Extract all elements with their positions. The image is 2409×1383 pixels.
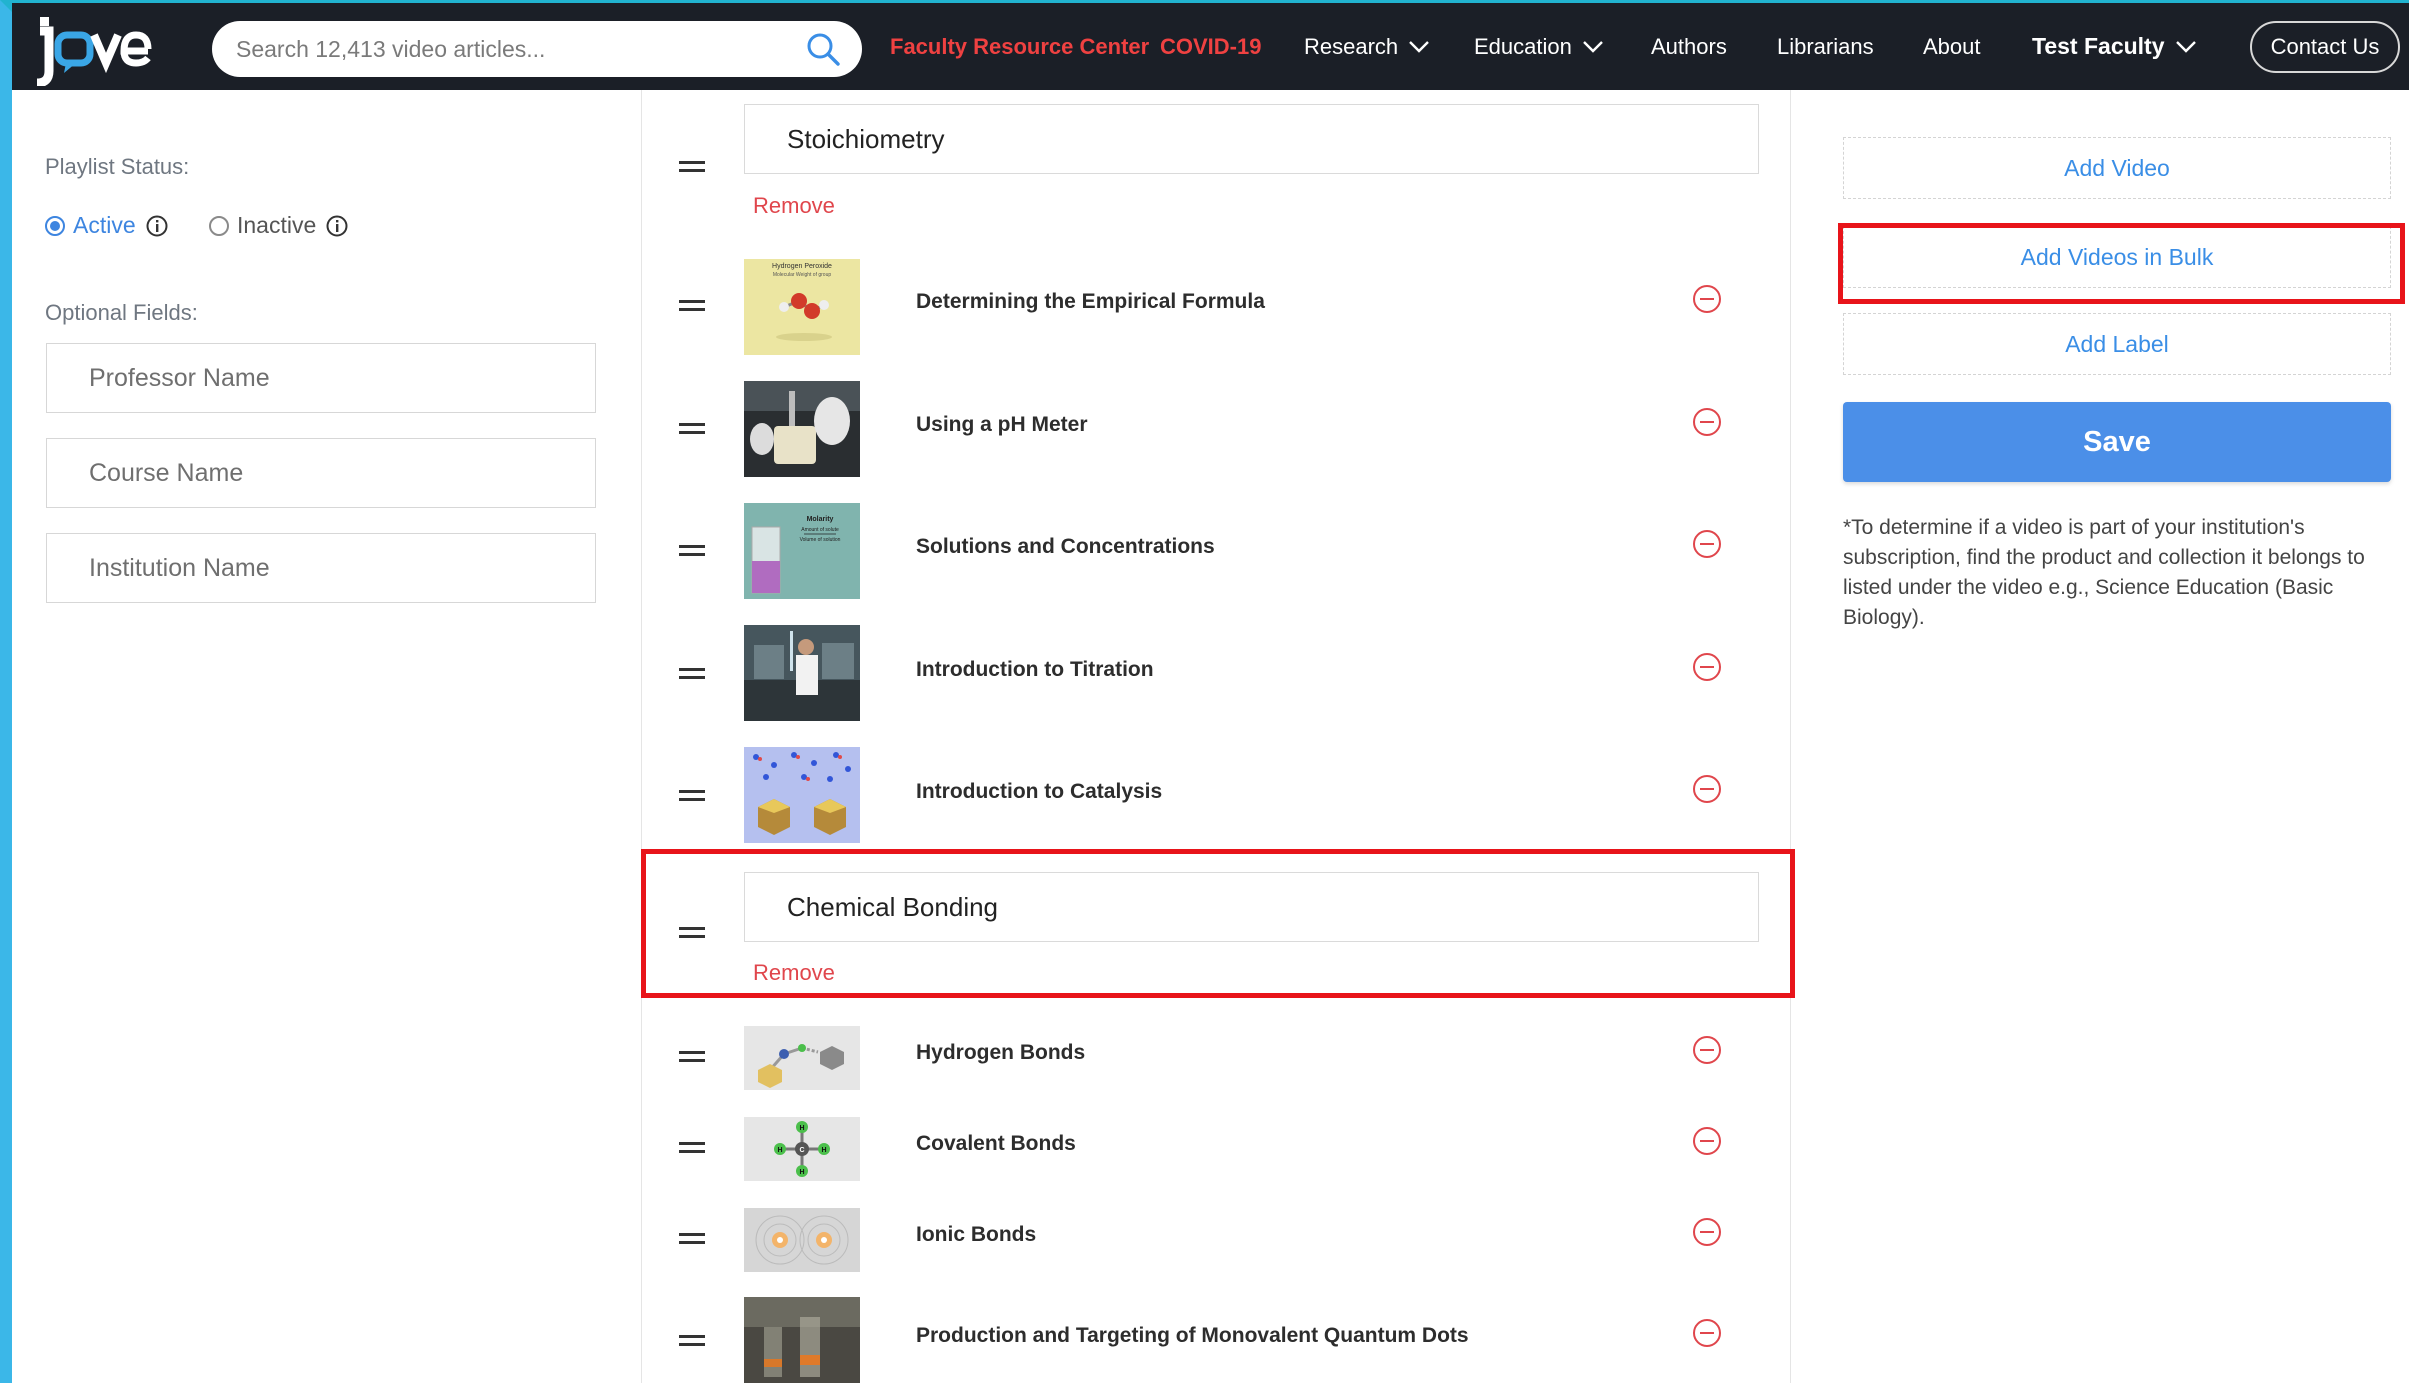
video-title[interactable]: Using a pH Meter	[916, 413, 1088, 437]
institution-name-field[interactable]: Institution Name	[46, 533, 596, 603]
minus-circle-icon[interactable]	[1691, 528, 1723, 560]
drag-handle-icon[interactable]	[679, 1142, 705, 1154]
highlight-add-videos-in-bulk	[1838, 223, 2405, 304]
radio-selected-icon	[45, 215, 65, 236]
section-title-input[interactable]: Stoichiometry	[744, 104, 1759, 174]
subscription-note: *To determine if a video is part of your…	[1843, 516, 2365, 629]
peroxide-thumbnail-art: Hydrogen Peroxide Molecular Weight of gr…	[744, 259, 860, 355]
covalent-atom-label: H	[777, 1147, 782, 1154]
radio-unselected-icon	[209, 215, 229, 236]
status-inactive-radio[interactable]: Inactive	[209, 212, 348, 239]
covalent-atom-label: H	[799, 1125, 804, 1132]
minus-circle-icon[interactable]	[1691, 283, 1723, 315]
peroxide-thumb-title: Hydrogen Peroxide	[772, 263, 832, 270]
covalent-atom-label: H	[799, 1169, 804, 1176]
covalent-atom-label: C	[799, 1147, 804, 1154]
search-input[interactable]	[236, 35, 796, 63]
save-button[interactable]: Save	[1843, 402, 2391, 482]
molarity-thumbnail-art: Molarity Amount of solute Volume of solu…	[744, 503, 860, 599]
video-title[interactable]: Introduction to Catalysis	[916, 780, 1162, 804]
status-inactive-label: Inactive	[237, 212, 317, 238]
drag-handle-icon[interactable]	[679, 423, 705, 435]
nav-covid-19[interactable]: COVID-19	[1160, 3, 1261, 90]
catalysis-thumbnail-art	[744, 747, 860, 843]
chevron-down-icon	[2175, 40, 2196, 53]
nav-education[interactable]: Education	[1474, 3, 1604, 90]
status-active-label: Active	[73, 212, 136, 238]
drag-handle-icon[interactable]	[679, 1051, 705, 1063]
minus-circle-icon[interactable]	[1691, 651, 1723, 683]
info-icon[interactable]	[146, 215, 168, 237]
video-title[interactable]: Solutions and Concentrations	[916, 535, 1215, 559]
drag-handle-icon[interactable]	[679, 1233, 705, 1245]
jove-logo[interactable]	[34, 11, 174, 86]
nav-authors[interactable]: Authors	[1651, 3, 1727, 90]
chevron-down-icon	[1583, 40, 1603, 53]
ionic-bond-thumbnail-art	[744, 1208, 860, 1272]
minus-circle-icon[interactable]	[1691, 1317, 1723, 1349]
video-title[interactable]: Production and Targeting of Monovalent Q…	[916, 1324, 1469, 1348]
nav-research-label: Research	[1304, 33, 1399, 59]
hydrogen-bond-thumbnail-art	[744, 1026, 860, 1090]
nav-faculty-resource-center[interactable]: Faculty Resource Center	[890, 3, 1149, 90]
minus-circle-icon[interactable]	[1691, 773, 1723, 805]
covalent-atom-label: H	[821, 1147, 826, 1154]
minus-circle-icon[interactable]	[1691, 1034, 1723, 1066]
add-video-button[interactable]: Add Video	[1843, 137, 2391, 199]
nav-user-label: Test Faculty	[2032, 33, 2165, 59]
quantum-dots-thumbnail-art	[744, 1297, 860, 1383]
video-title[interactable]: Introduction to Titration	[916, 658, 1154, 682]
professor-name-field[interactable]: Professor Name	[46, 343, 596, 413]
minus-circle-icon[interactable]	[1691, 1125, 1723, 1157]
search-bar[interactable]	[212, 21, 862, 77]
video-thumbnail[interactable]	[744, 1026, 860, 1090]
minus-circle-icon[interactable]	[1691, 406, 1723, 438]
minus-circle-icon[interactable]	[1691, 1216, 1723, 1248]
nav-education-label: Education	[1474, 33, 1572, 59]
drag-handle-icon[interactable]	[679, 161, 705, 173]
video-title[interactable]: Determining the Empirical Formula	[916, 290, 1265, 314]
video-title[interactable]: Hydrogen Bonds	[916, 1041, 1085, 1065]
drag-handle-icon[interactable]	[679, 300, 705, 312]
video-title[interactable]: Ionic Bonds	[916, 1223, 1036, 1247]
molarity-thumb-title: Molarity	[807, 516, 834, 523]
peroxide-thumb-subtitle: Molecular Weight of group	[773, 272, 831, 278]
video-thumbnail[interactable]: Molarity Amount of solute Volume of solu…	[744, 503, 860, 599]
video-thumbnail[interactable]	[744, 1208, 860, 1272]
drag-handle-icon[interactable]	[679, 1335, 705, 1347]
optional-fields-label: Optional Fields:	[45, 300, 198, 325]
remove-section-link[interactable]: Remove	[753, 193, 835, 219]
highlight-chemical-bonding-section	[641, 849, 1795, 998]
covalent-bond-thumbnail-art: H H C H H	[744, 1117, 860, 1181]
nav-about[interactable]: About	[1923, 3, 1981, 90]
chevron-down-icon	[1409, 40, 1430, 53]
playlist-status-label: Playlist Status:	[45, 154, 190, 179]
video-thumbnail[interactable]	[744, 1297, 860, 1383]
video-thumbnail[interactable]: H H C H H	[744, 1117, 860, 1181]
top-navbar: Faculty Resource Center COVID-19 Researc…	[12, 3, 2409, 90]
drag-handle-icon[interactable]	[679, 790, 705, 802]
molarity-thumb-line2: Volume of solution	[800, 537, 841, 543]
video-thumbnail[interactable]: Hydrogen Peroxide Molecular Weight of gr…	[744, 259, 860, 355]
video-thumbnail[interactable]	[744, 625, 860, 721]
drag-handle-icon[interactable]	[679, 545, 705, 557]
playlist-settings-panel: Playlist Status: Active Inactive Optiona…	[12, 90, 642, 1383]
titration-thumbnail-art	[744, 625, 860, 721]
video-thumbnail[interactable]	[744, 381, 860, 477]
contact-us-button[interactable]: Contact Us	[2250, 21, 2400, 73]
playlist-editor: Stoichiometry Remove Hydrogen Peroxide M…	[643, 90, 1791, 1383]
info-icon[interactable]	[326, 215, 348, 237]
nav-research[interactable]: Research	[1304, 3, 1430, 90]
ph-meter-thumbnail-art	[744, 381, 860, 477]
nav-librarians[interactable]: Librarians	[1777, 3, 1874, 90]
search-icon[interactable]	[806, 32, 840, 66]
video-title[interactable]: Covalent Bonds	[916, 1132, 1076, 1156]
video-thumbnail[interactable]	[744, 747, 860, 843]
drag-handle-icon[interactable]	[679, 668, 705, 680]
molarity-thumb-line1: Amount of solute	[801, 527, 839, 533]
status-active-radio[interactable]: Active	[45, 212, 168, 239]
course-name-field[interactable]: Course Name	[46, 438, 596, 508]
nav-user-menu[interactable]: Test Faculty	[2032, 3, 2197, 90]
add-label-button[interactable]: Add Label	[1843, 313, 2391, 375]
